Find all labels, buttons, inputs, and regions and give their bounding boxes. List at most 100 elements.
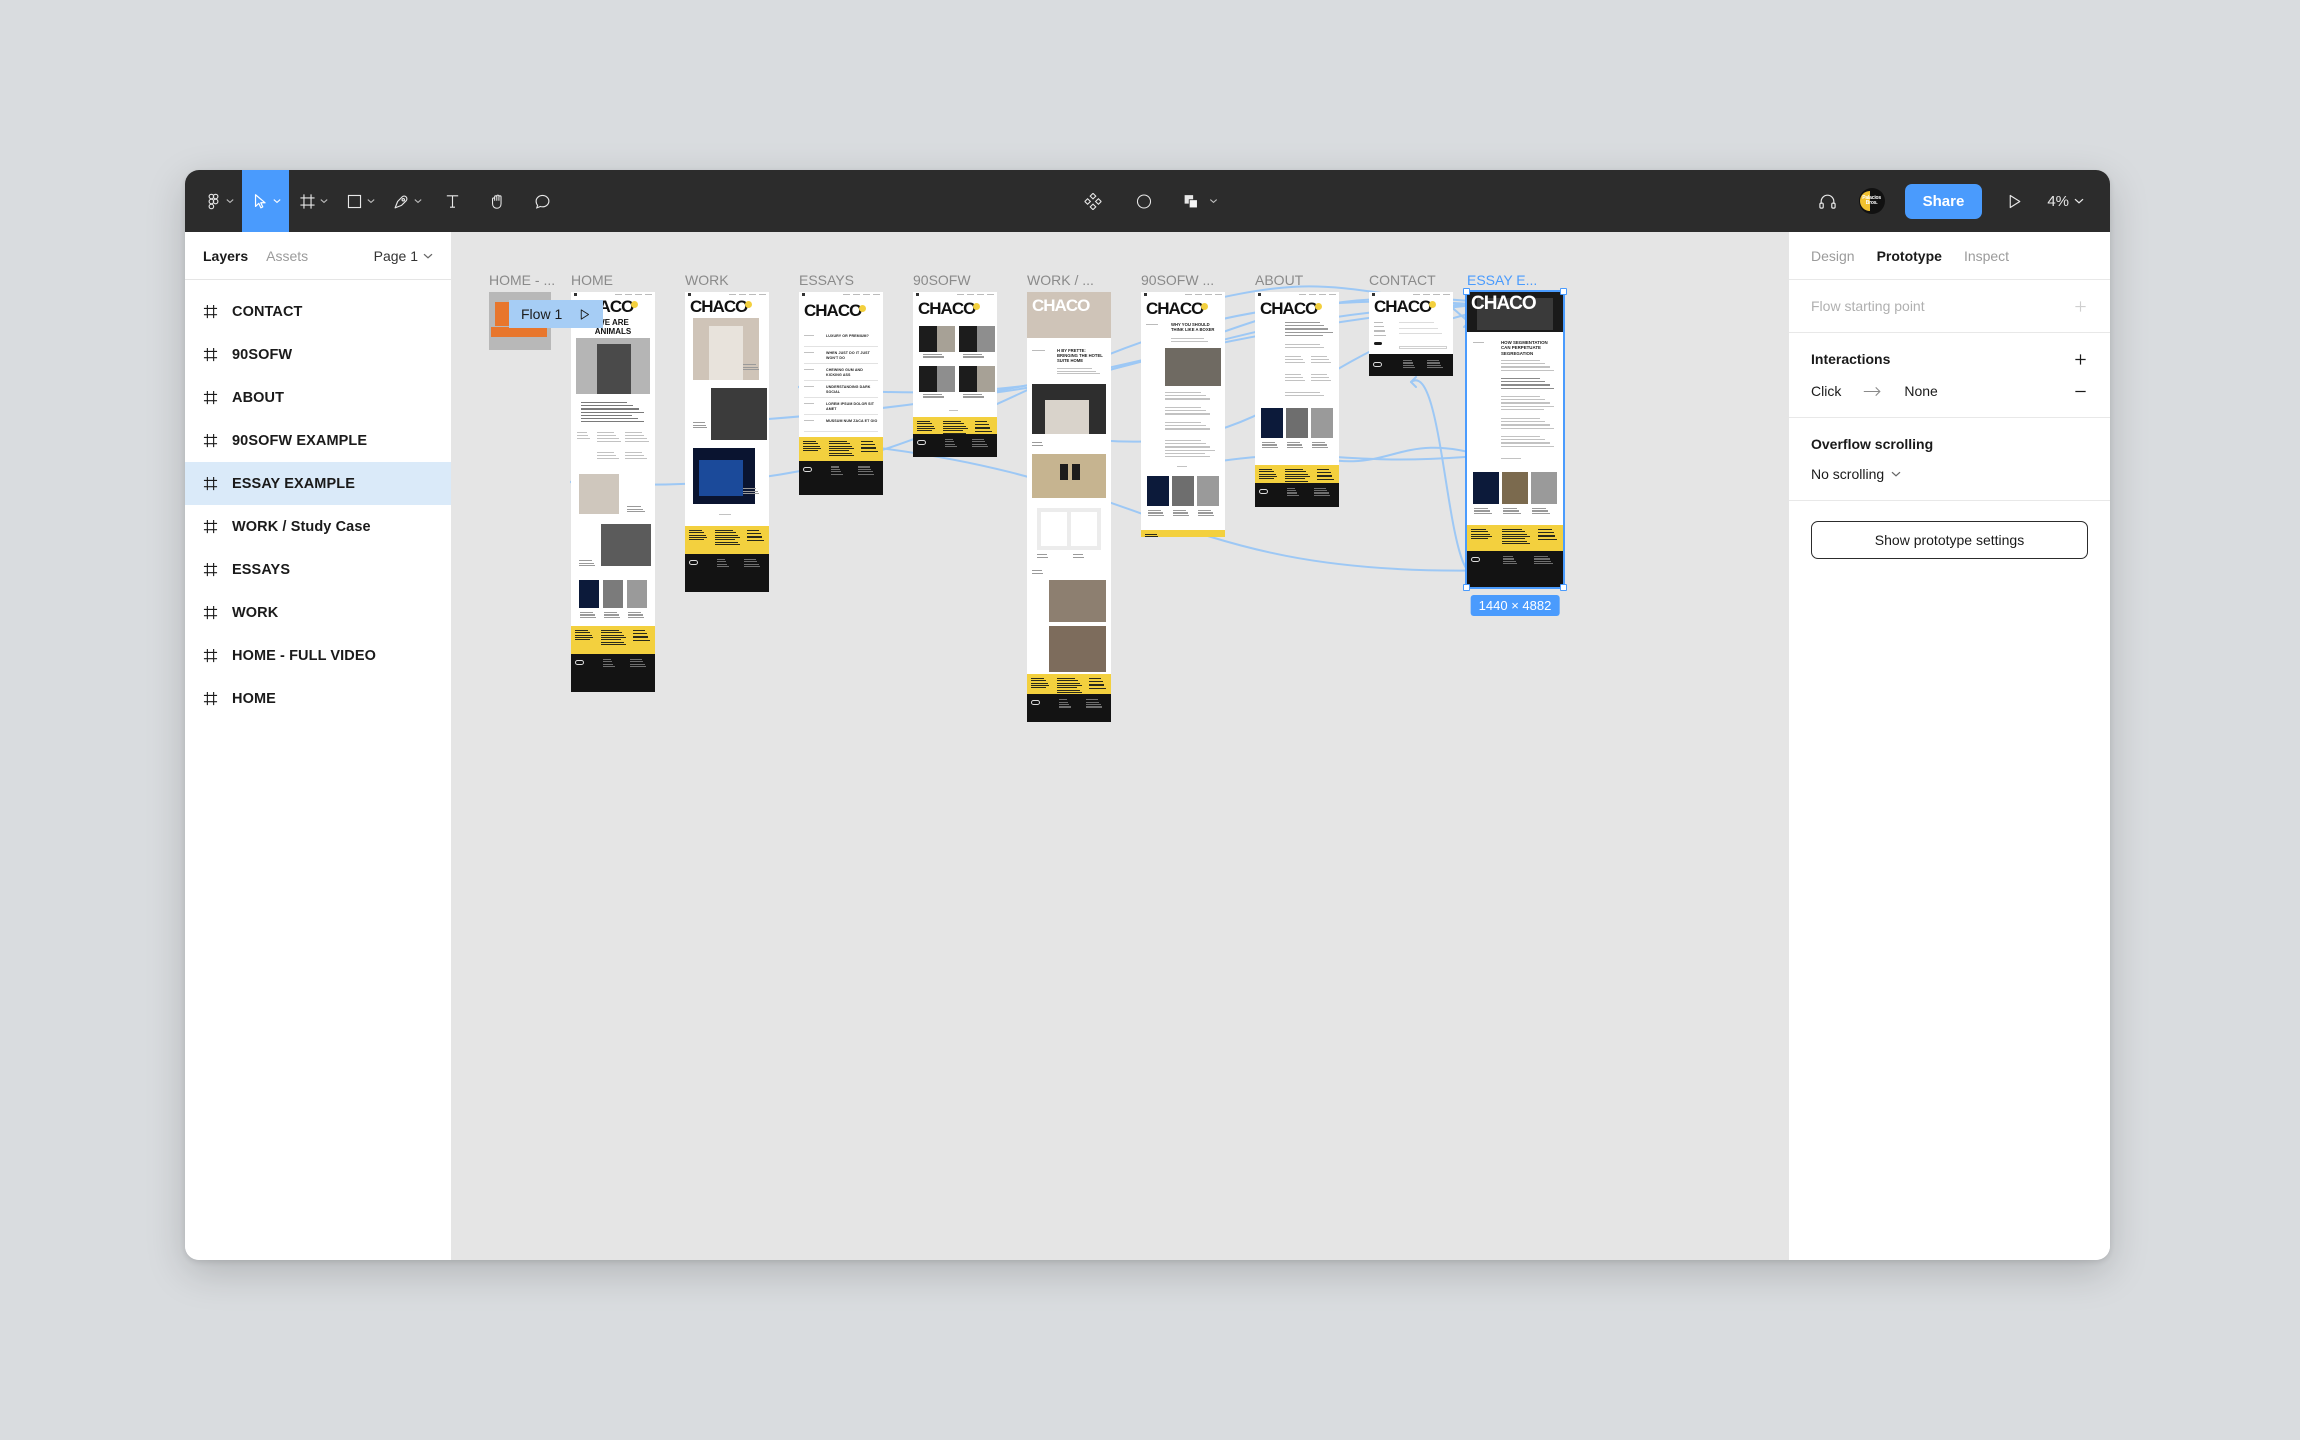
layer-row[interactable]: WORK / Study Case: [185, 505, 451, 548]
canvas-frame[interactable]: WORK / ... CHACO H BY FRETTE: BRINGING THE…: [1027, 272, 1111, 722]
layer-row[interactable]: HOME: [185, 677, 451, 720]
text-line: [830, 468, 841, 470]
essay-list-item[interactable]: WHEN JUST DO IT JUST WON'T DO: [826, 351, 878, 360]
text-line: [1262, 446, 1279, 448]
frame-tool-button[interactable]: [289, 170, 320, 232]
layer-row[interactable]: CONTACT: [185, 290, 451, 333]
resize-handle-top-left[interactable]: [1463, 288, 1470, 295]
frame-thumbnail[interactable]: CHACO: [1369, 292, 1453, 376]
layer-row[interactable]: 90SOFW: [185, 333, 451, 376]
text-line: [1311, 380, 1331, 382]
frame-thumbnail[interactable]: CHACO: [1255, 292, 1339, 507]
tab-inspect[interactable]: Inspect: [1964, 248, 2009, 264]
layer-row[interactable]: ESSAY EXAMPLE: [185, 462, 451, 505]
text-line: [581, 402, 628, 404]
text-line: [743, 366, 758, 368]
tab-assets[interactable]: Assets: [266, 248, 308, 264]
canvas-frame[interactable]: WORK CHACO: [685, 272, 769, 592]
canvas[interactable]: HOME - ... HOME CHACO WE ARE ANIMALS WORK CHAC…: [452, 232, 1788, 1260]
canvas-frame[interactable]: HOME CHACO WE ARE ANIMALS: [571, 272, 655, 692]
text-tool-button[interactable]: [430, 170, 475, 232]
layer-row[interactable]: HOME - FULL VIDEO: [185, 634, 451, 677]
figma-menu-chevron-icon[interactable]: [226, 170, 242, 232]
avatar[interactable]: Palacios Bros.: [1858, 188, 1885, 214]
shape-tool-button[interactable]: [336, 170, 367, 232]
essay-list-item[interactable]: LOREM IPSUM DOLOR SIT AMET: [826, 402, 878, 411]
essay-list-item[interactable]: LUXURY OR PREMIUM?: [826, 334, 878, 339]
components-icon[interactable]: [1070, 170, 1115, 232]
canvas-frame[interactable]: ESSAYS CHACO LUXURY OR PREMIUM? WHEN JUST D…: [799, 272, 883, 495]
frame-label[interactable]: ABOUT: [1255, 272, 1303, 288]
frame-label[interactable]: CONTACT: [1369, 272, 1436, 288]
canvas-frame[interactable]: 90SOFW ... CHACO WHY YOU SHOULD THINK LIKE…: [1141, 272, 1225, 537]
zoom-level-button[interactable]: 4%: [2039, 193, 2092, 210]
pen-tool-button[interactable]: [383, 170, 414, 232]
text-line: [1399, 333, 1443, 335]
text-line: [597, 455, 617, 457]
headphones-icon[interactable]: [1808, 170, 1847, 232]
frame-thumbnail[interactable]: CHACO: [685, 292, 769, 592]
text-line: [829, 454, 854, 456]
frame-label[interactable]: HOME: [571, 272, 613, 288]
flow-starting-point-badge[interactable]: Flow 1: [509, 300, 604, 328]
text-line: [1057, 682, 1080, 684]
frame-thumbnail[interactable]: CHACO HOW SEGMENTATION CAN PERPETUATE SEG…: [1465, 290, 1565, 589]
canvas-frame[interactable]: ESSAY E... CHACO HOW SEGMENTATION CAN PERP…: [1463, 272, 1567, 616]
text-line: [1501, 533, 1528, 535]
tab-layers[interactable]: Layers: [203, 248, 248, 264]
text-line: [743, 369, 760, 371]
frame-thumbnail[interactable]: CHACO WE ARE ANIMALS: [571, 292, 655, 692]
figma-menu-button[interactable]: [195, 170, 226, 232]
canvas-frame[interactable]: ABOUT CHACO: [1255, 272, 1339, 507]
text-line: [580, 614, 595, 616]
share-button[interactable]: Share: [1904, 183, 1983, 219]
contrast-icon[interactable]: [1121, 170, 1166, 232]
tab-prototype[interactable]: Prototype: [1877, 248, 1942, 264]
frame-thumbnail[interactable]: CHACO WHY YOU SHOULD THINK LIKE A BOXER: [1141, 292, 1225, 537]
move-tool-button[interactable]: [242, 170, 273, 232]
resize-handle-bottom-right[interactable]: [1560, 584, 1567, 591]
remove-interaction-button[interactable]: [2073, 384, 2088, 399]
page-selector[interactable]: Page 1: [374, 248, 433, 264]
text-line: [601, 634, 624, 636]
add-interaction-button[interactable]: [2073, 352, 2088, 367]
frame-label[interactable]: WORK: [685, 272, 729, 288]
resize-handle-bottom-left[interactable]: [1463, 584, 1470, 591]
canvas-frame[interactable]: CONTACT CHACO: [1369, 272, 1453, 376]
shape-tool-chevron-icon[interactable]: [367, 170, 383, 232]
pen-tool-chevron-icon[interactable]: [414, 170, 430, 232]
frame-label[interactable]: WORK / ...: [1027, 272, 1094, 288]
text-line: [1198, 512, 1213, 514]
frame-label[interactable]: ESSAY E...: [1467, 272, 1537, 288]
frame-tool-chevron-icon[interactable]: [320, 170, 336, 232]
frame-thumbnail[interactable]: CHACO LUXURY OR PREMIUM? WHEN JUST DO IT J…: [799, 292, 883, 495]
tab-design[interactable]: Design: [1811, 248, 1855, 264]
frame-thumbnail[interactable]: CHACO: [913, 292, 997, 457]
boolean-chevron-icon[interactable]: [1209, 170, 1225, 232]
layer-row[interactable]: WORK: [185, 591, 451, 634]
frame-label[interactable]: ESSAYS: [799, 272, 854, 288]
layer-row[interactable]: ABOUT: [185, 376, 451, 419]
frame-label[interactable]: 90SOFW ...: [1141, 272, 1214, 288]
layer-row[interactable]: 90SOFW EXAMPLE: [185, 419, 451, 462]
resize-handle-top-right[interactable]: [1560, 288, 1567, 295]
present-button[interactable]: [1994, 170, 2035, 232]
add-flow-starting-point-button[interactable]: [2073, 299, 2088, 314]
move-tool-chevron-icon[interactable]: [273, 170, 289, 232]
essay-list-item[interactable]: UNDERSTANDING DARK SOCIAL: [826, 385, 878, 394]
mini-card-photo: [937, 326, 955, 352]
frame-label[interactable]: HOME - ...: [489, 272, 555, 288]
interaction-row[interactable]: Click None: [1811, 383, 2088, 399]
boolean-icon[interactable]: [1172, 170, 1203, 232]
hand-tool-button[interactable]: [475, 170, 520, 232]
essay-list-item[interactable]: MUSSUM NUM ZACA ET OIO: [826, 419, 878, 424]
overflow-scrolling-select[interactable]: No scrolling: [1811, 466, 2088, 482]
layer-label: HOME - FULL VIDEO: [232, 647, 377, 664]
frame-label[interactable]: 90SOFW: [913, 272, 971, 288]
essay-list-item[interactable]: CHEWING GUM AND KICKING ASS: [826, 368, 878, 377]
show-prototype-settings-button[interactable]: Show prototype settings: [1811, 521, 2088, 559]
canvas-frame[interactable]: 90SOFW CHACO: [913, 272, 997, 457]
comment-tool-button[interactable]: [520, 170, 565, 232]
frame-thumbnail[interactable]: CHACO H BY FRETTE: BRINGING THE HOTEL SUI…: [1027, 292, 1111, 722]
layer-row[interactable]: ESSAYS: [185, 548, 451, 591]
